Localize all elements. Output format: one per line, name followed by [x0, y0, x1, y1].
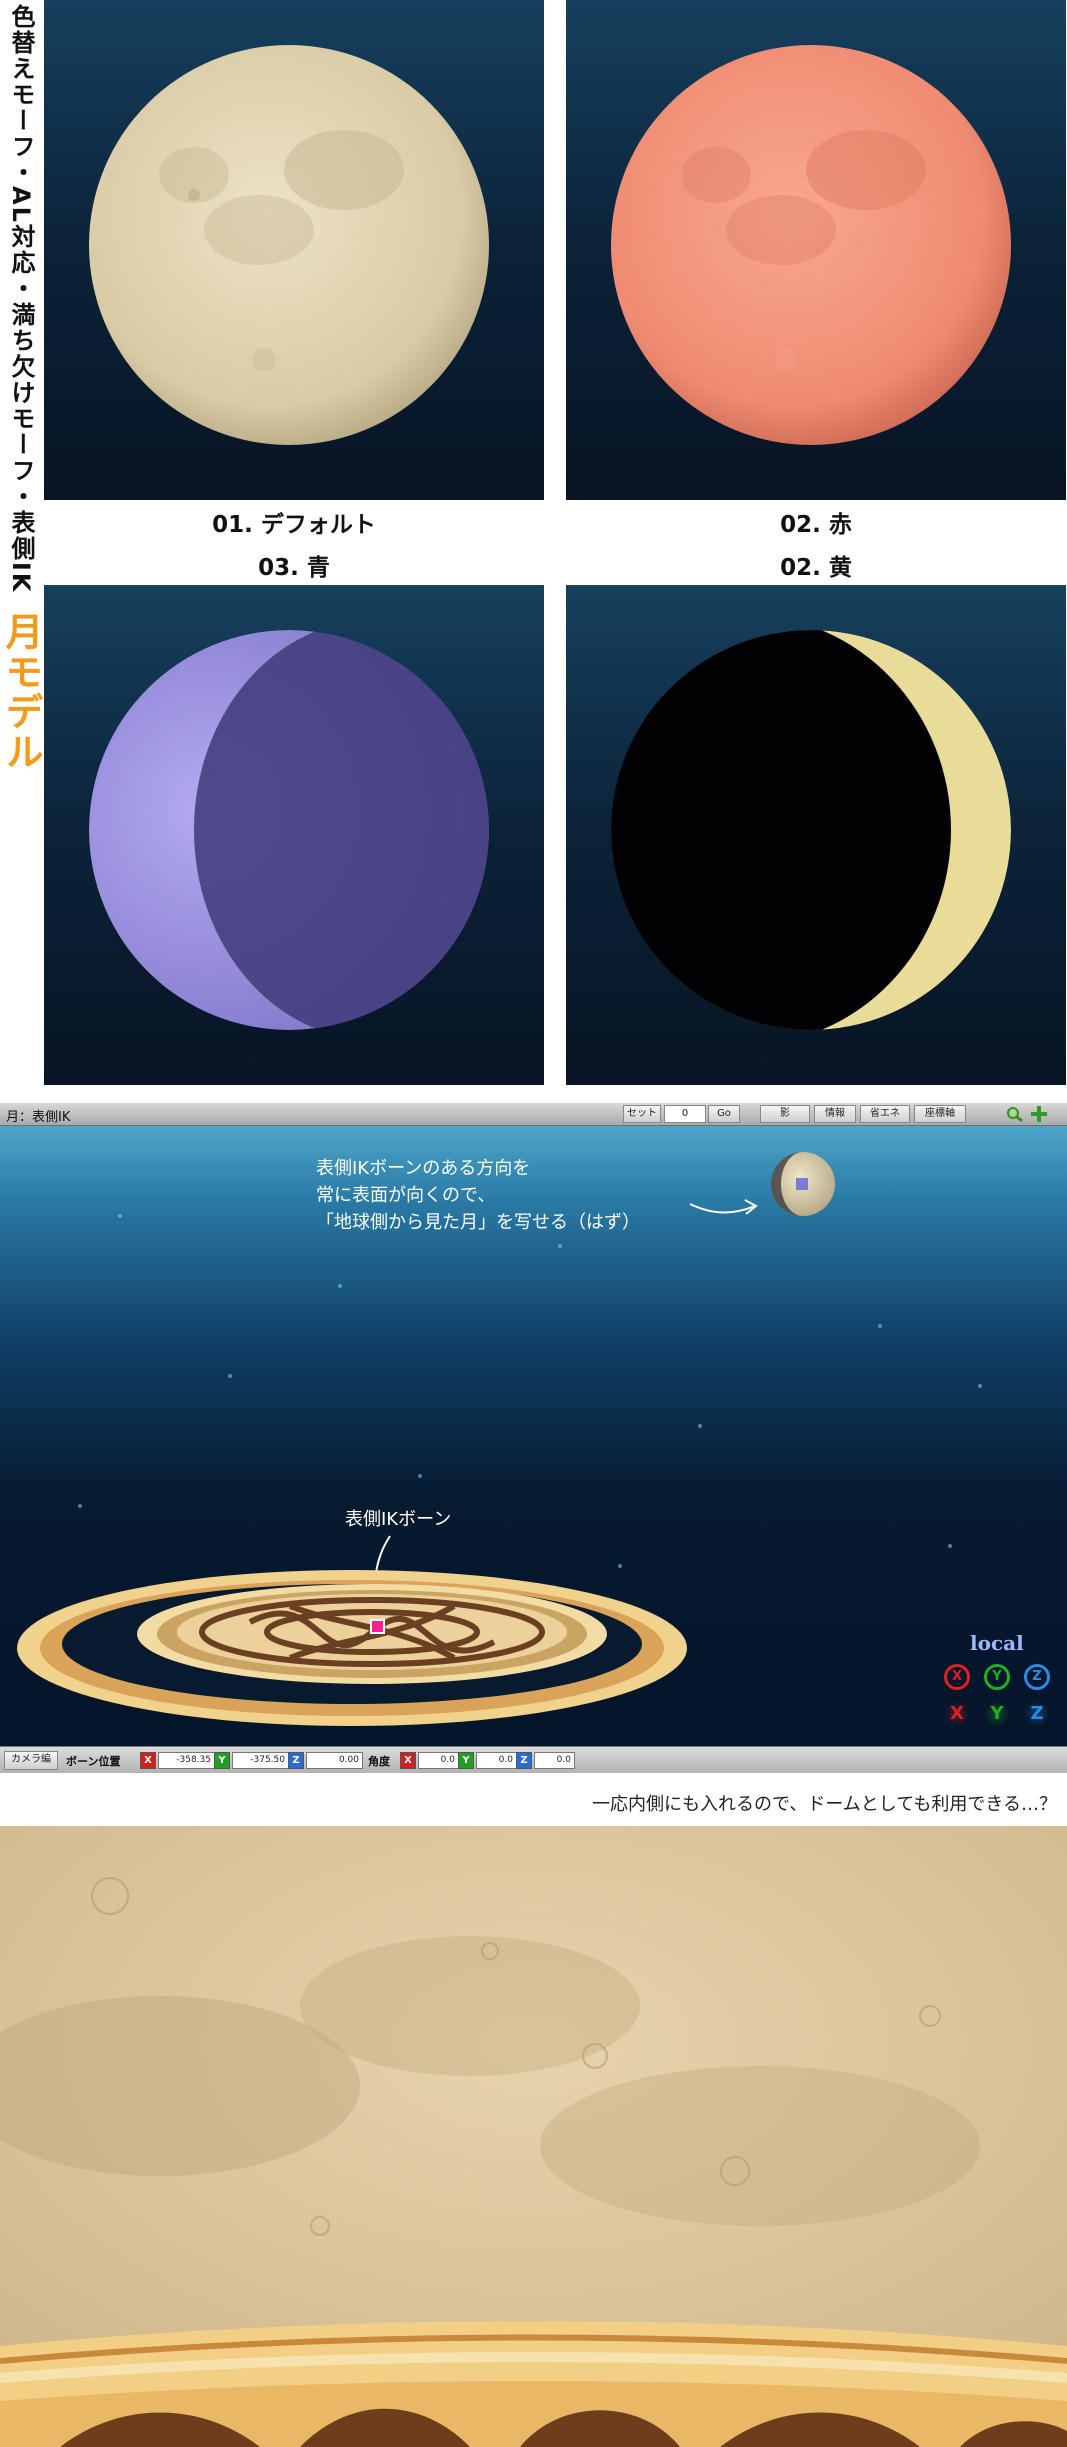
pos-y-input[interactable]: -375.50 — [232, 1752, 289, 1769]
zoom-icon[interactable] — [1006, 1106, 1024, 1122]
caption-blue: 03. 青 — [258, 555, 330, 581]
move-gizmo: X Y Z — [944, 1701, 1054, 1727]
move-x-handle[interactable]: X — [944, 1701, 970, 1727]
side-title: 色替えモーフ・AL対応・満ち欠けモーフ・表側IK 月モデル — [0, 0, 43, 1090]
moon-panel-red — [566, 0, 1066, 500]
coord-axis-button[interactable]: 座標軸 — [914, 1105, 966, 1123]
rotate-z-handle[interactable]: Z — [1024, 1664, 1050, 1690]
rotate-x-handle[interactable]: X — [944, 1664, 970, 1690]
ik-bone-marker[interactable] — [370, 1619, 385, 1634]
moon-panel-default — [44, 0, 544, 500]
mode-label: 月：表側IK — [6, 1110, 71, 1125]
rotate-gizmo: X Y Z — [944, 1664, 1054, 1690]
dome-view-section: 一応内側にも入れるので、ドームとしても利用できる…？ — [0, 1790, 1067, 2447]
angle-label: 角度 — [368, 1755, 390, 1768]
model-name: 月モデル — [0, 612, 43, 772]
dome-caption: 一応内側にも入れるので、ドームとしても利用できる…？ — [592, 1794, 1057, 1815]
angle-z-input[interactable]: 0.0 — [534, 1752, 575, 1769]
angle-y-input[interactable]: 0.0 — [476, 1752, 517, 1769]
set-button[interactable]: セット — [623, 1105, 661, 1123]
annotation-bone: 表側IKボーン — [345, 1509, 452, 1530]
dome-view-image — [0, 1826, 1067, 2447]
pos-x-input[interactable]: -358.35 — [158, 1752, 215, 1769]
pos-z-tag: Z — [288, 1752, 304, 1769]
shadow-button[interactable]: 影 — [760, 1105, 810, 1123]
angle-z-tag: Z — [516, 1752, 532, 1769]
pos-y-tag: Y — [214, 1752, 230, 1769]
annotation-line: 「地球側から見た月」を写せる（はず） — [316, 1212, 640, 1233]
annotation-top: 表側IKボーンのある方向を 常に表面が向くので、 「地球側から見た月」を写せる（… — [316, 1155, 640, 1236]
caption-red: 02. 赤 — [780, 512, 852, 538]
angle-x-tag: X — [400, 1752, 416, 1769]
local-label: local — [970, 1631, 1024, 1655]
small-moon — [771, 1152, 835, 1216]
ring-platform — [17, 1570, 687, 1726]
annotation-line: 表側IKボーンのある方向を — [316, 1158, 531, 1179]
bone-position-label: ボーン位置 — [66, 1755, 121, 1768]
pos-z-input[interactable]: 0.00 — [306, 1752, 363, 1769]
rotate-y-handle[interactable]: Y — [984, 1664, 1010, 1690]
frame-input[interactable]: 0 — [664, 1105, 706, 1123]
moon-panel-yellow — [566, 585, 1066, 1085]
3d-viewport[interactable]: 表側IKボーンのある方向を 常に表面が向くので、 「地球側から見た月」を写せる（… — [0, 1126, 1067, 1746]
camera-mode-button[interactable]: カメラ編 — [4, 1751, 58, 1770]
feature-list: 色替えモーフ・AL対応・満ち欠けモーフ・表側IK — [7, 4, 35, 594]
moon-panel-blue — [44, 585, 544, 1085]
info-button[interactable]: 情報 — [814, 1105, 856, 1123]
angle-y-tag: Y — [458, 1752, 474, 1769]
bottom-status-bar: カメラ編 ボーン位置 X -358.35 Y -375.50 Z 0.00 角度… — [0, 1746, 1067, 1773]
move-z-handle[interactable]: Z — [1024, 1701, 1050, 1727]
pos-x-tag: X — [140, 1752, 156, 1769]
move-y-handle[interactable]: Y — [984, 1701, 1010, 1727]
mmd-window: 月：表側IK セット 0 Go 影 情報 省エネ 座標軸 表側IKボーンのある方… — [0, 1103, 1067, 1773]
top-toolbar: 月：表側IK セット 0 Go 影 情報 省エネ 座標軸 — [0, 1103, 1067, 1126]
move-icon[interactable] — [1030, 1105, 1048, 1123]
annotation-line: 常に表面が向くので、 — [316, 1185, 496, 1206]
caption-default: 01. デフォルト — [212, 512, 376, 538]
angle-x-input[interactable]: 0.0 — [418, 1752, 459, 1769]
caption-yellow: 02. 黄 — [780, 555, 852, 581]
go-button[interactable]: Go — [708, 1105, 740, 1123]
power-save-button[interactable]: 省エネ — [860, 1105, 910, 1123]
